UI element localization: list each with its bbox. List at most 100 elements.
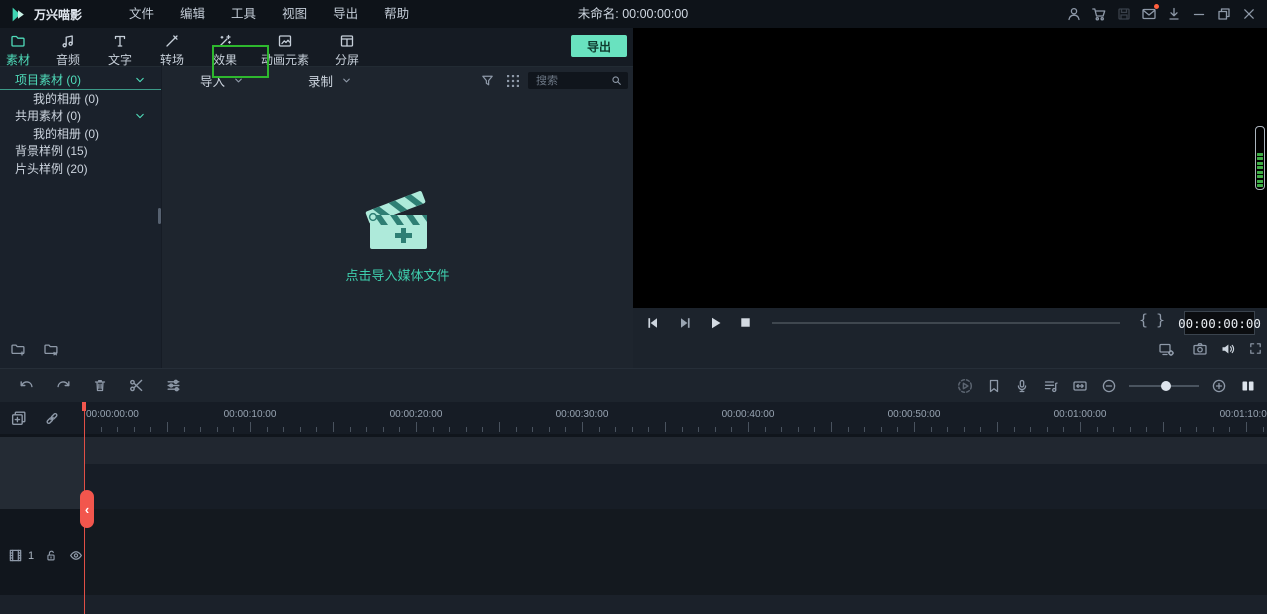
add-track-icon[interactable] (10, 410, 28, 427)
menu-item-文件[interactable]: 文件 (116, 0, 167, 28)
filter-icon[interactable] (480, 73, 495, 88)
import-media-dropzone[interactable]: 点击导入媒体文件 (162, 171, 633, 284)
tree-item[interactable]: 我的相册 (0) (0, 90, 161, 108)
tree-item[interactable]: 背景样例 (15) (0, 142, 161, 160)
menu-item-导出[interactable]: 导出 (320, 0, 371, 28)
fit-timeline-icon[interactable] (1071, 378, 1089, 394)
redo-icon[interactable] (55, 377, 72, 394)
ruler-tick (864, 427, 866, 432)
search-icon[interactable] (610, 74, 623, 87)
media-library-panel: 导入 录制 搜索 点击导入媒体文件 (162, 66, 633, 369)
library-tree-panel: 项目素材 (0) 我的相册 (0) 共用素材 (0) 我的相册 (0) 背景样例 (15… (0, 66, 161, 369)
playhead-handle[interactable]: ‹ (80, 490, 94, 528)
visibility-icon[interactable] (68, 548, 84, 563)
zoom-in-icon[interactable] (1211, 378, 1227, 394)
properties-icon[interactable] (165, 377, 182, 394)
tree-item[interactable]: 项目素材 (0) (0, 71, 161, 90)
next-frame-icon[interactable] (677, 315, 693, 331)
chevron-down-icon[interactable] (135, 112, 145, 120)
menu-item-工具[interactable]: 工具 (218, 0, 269, 28)
ruler-tick (665, 422, 666, 432)
volume-icon[interactable] (1220, 341, 1236, 357)
upper-track-lane[interactable] (0, 437, 1267, 464)
menu-item-视图[interactable]: 视图 (269, 0, 320, 28)
zoom-slider-knob[interactable] (1161, 381, 1171, 391)
ruler-tick (648, 427, 650, 432)
fullscreen-icon[interactable] (1248, 341, 1263, 356)
ruler-tick (814, 427, 816, 432)
previous-frame-icon[interactable] (645, 315, 661, 331)
lower-track-lane[interactable] (0, 595, 1267, 614)
undo-icon[interactable] (18, 377, 35, 394)
tree-item-label: 共用素材 (0) (15, 109, 82, 124)
chevron-down-icon[interactable] (135, 76, 145, 84)
panel-resize-handle[interactable] (158, 208, 161, 224)
ruler-tick (266, 427, 268, 432)
stop-icon[interactable] (738, 315, 753, 330)
ruler-tick (698, 427, 700, 432)
ruler-tick (1212, 427, 1214, 432)
app-name: 万兴喵影 (34, 7, 83, 22)
grid-view-icon[interactable] (506, 74, 520, 88)
ruler-tick (1179, 427, 1181, 432)
tab-media[interactable]: 素材 (6, 33, 30, 68)
ruler-tick (714, 427, 716, 432)
lock-icon[interactable] (44, 548, 58, 563)
asset-tab-bar: 素材 音频 文字 转场 效果 动画元素 分屏 (0, 28, 633, 68)
snapshot-icon[interactable] (1192, 341, 1208, 357)
cart-icon[interactable] (1091, 6, 1107, 22)
voiceover-icon[interactable] (1014, 378, 1030, 394)
zoom-out-icon[interactable] (1101, 378, 1117, 394)
audio-level-meter[interactable] (1255, 126, 1265, 190)
tab-transitions[interactable]: 转场 (160, 33, 184, 68)
tree-item[interactable]: 我的相册 (0) (0, 125, 161, 143)
render-preview-icon[interactable] (956, 377, 974, 395)
ruler-tick (432, 427, 434, 432)
menu-item-帮助[interactable]: 帮助 (371, 0, 422, 28)
ruler-tick (133, 427, 135, 432)
display-settings-icon[interactable] (1158, 341, 1175, 357)
tree-item[interactable]: 共用素材 (0) (0, 107, 161, 125)
record-menu[interactable]: 录制 (308, 71, 352, 90)
split-icon[interactable] (128, 377, 145, 394)
video-track-lane[interactable] (0, 509, 1267, 595)
timeline-ruler[interactable]: 00:00:00:00 00:00:10:00 00:00:20:00 00:00:3… (84, 402, 1267, 434)
mark-in-icon[interactable]: { (1139, 311, 1148, 329)
tab-text[interactable]: 文字 (108, 33, 132, 68)
mail-icon[interactable] (1141, 4, 1159, 22)
marker-icon[interactable] (986, 378, 1002, 394)
track-gap (0, 464, 1267, 509)
seek-bar[interactable] (772, 322, 1120, 324)
ruler-tick (200, 427, 202, 432)
close-icon[interactable] (1241, 6, 1257, 22)
ruler-tick (382, 427, 384, 432)
audio-mixer-icon[interactable] (1042, 378, 1059, 394)
preview-timecode[interactable]: 00:00:00:00 (1178, 311, 1261, 335)
menu-item-编辑[interactable]: 编辑 (167, 0, 218, 28)
timeline-header-icons (10, 410, 61, 427)
folder-add-icon[interactable] (10, 341, 27, 357)
ruler-tick (1196, 427, 1198, 432)
minimize-icon[interactable] (1191, 6, 1207, 22)
tab-splitscreen[interactable]: 分屏 (335, 33, 359, 68)
track-number: 1 (28, 549, 35, 562)
playhead-head[interactable] (82, 402, 86, 411)
mark-out-icon[interactable]: } (1156, 311, 1165, 329)
account-icon[interactable] (1066, 6, 1082, 22)
tree-item[interactable]: 片头样例 (20) (0, 160, 161, 178)
export-button[interactable]: 导出 (571, 35, 627, 57)
preview-panel: { } 00:00:00:00 (633, 28, 1267, 368)
tab-audio[interactable]: 音频 (56, 33, 80, 68)
ruler-tick (1080, 422, 1081, 432)
ruler-tick (997, 422, 998, 432)
panel-layout-icon[interactable] (1239, 378, 1257, 394)
save-icon[interactable] (1116, 6, 1132, 22)
link-icon[interactable] (43, 410, 61, 427)
restore-icon[interactable] (1216, 6, 1232, 22)
search-input[interactable] (528, 74, 610, 87)
timeline-zoom-slider[interactable] (1129, 378, 1199, 394)
download-icon[interactable] (1166, 6, 1182, 22)
delete-icon[interactable] (92, 377, 108, 394)
folder-delete-icon[interactable] (43, 341, 60, 357)
play-icon[interactable] (707, 315, 724, 331)
